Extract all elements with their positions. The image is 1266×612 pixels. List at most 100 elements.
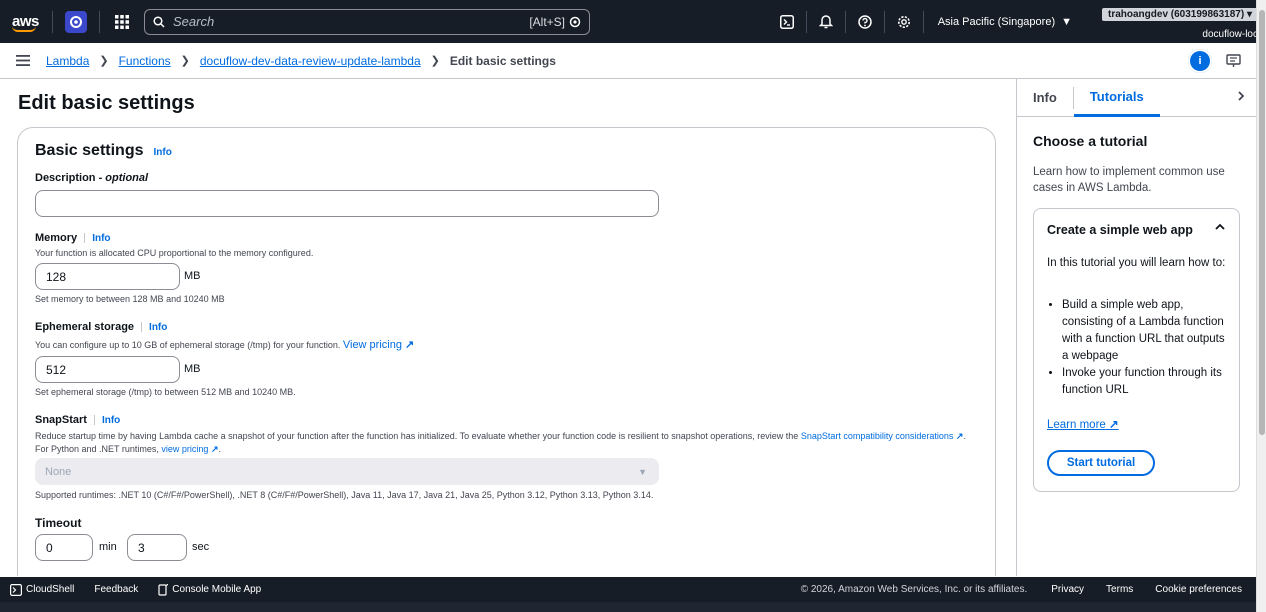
timeout-min-unit: min [99, 541, 117, 553]
feedback-panel-icon[interactable] [1226, 53, 1242, 68]
breadcrumb-functions[interactable]: Functions [119, 54, 171, 68]
footer-feedback[interactable]: Feedback [94, 584, 138, 595]
timeout-sec-input[interactable]: 3 [127, 534, 187, 561]
breadcrumb-function-name[interactable]: docuflow-dev-data-review-update-lambda [200, 54, 421, 68]
optional-tag: optional [105, 172, 149, 184]
side-panel-tabs: Info Tutorials [1017, 79, 1256, 117]
memory-value: 128 [46, 269, 67, 284]
snapstart-select[interactable]: None ▼ [35, 458, 659, 485]
aws-logo[interactable]: aws [0, 0, 52, 43]
ephemeral-unit: MB [184, 363, 201, 375]
description-field[interactable] [35, 190, 659, 217]
footer-cookies[interactable]: Cookie preferences [1155, 584, 1242, 595]
footer-privacy[interactable]: Privacy [1051, 584, 1084, 595]
footer-mobile-app-label: Console Mobile App [172, 584, 262, 595]
notifications-bell-icon[interactable] [807, 0, 845, 43]
tutorial-bullet: Build a simple web app, consisting of a … [1062, 297, 1232, 365]
info-panel-toggle-icon[interactable]: i [1188, 48, 1212, 73]
timeout-min-input[interactable]: 0 [35, 534, 93, 561]
ephemeral-label: Ephemeral storage Info [35, 321, 167, 333]
basic-settings-card: Basic settings Info Description - option… [17, 127, 996, 576]
help-icon[interactable] [846, 0, 884, 43]
memory-label: Memory Info [35, 232, 111, 244]
search-input[interactable]: Search [Alt+S] [144, 8, 590, 35]
description-label-text: Description [35, 172, 96, 184]
search-q-icon [569, 16, 581, 27]
memory-input[interactable]: 128 [35, 263, 180, 290]
footer-cloudshell[interactable]: CloudShell [10, 583, 74, 596]
ephemeral-pricing-text: View pricing [342, 339, 402, 351]
footer: CloudShell Feedback Console Mobile App ©… [0, 577, 1256, 602]
snapstart-runtimes: Supported runtimes: .NET 10 (C#/F#/Power… [35, 490, 654, 500]
learn-more-link[interactable]: Learn more ↗ [1047, 417, 1119, 431]
snapstart-compat-link[interactable]: SnapStart compatibility considerations ↗ [801, 431, 964, 441]
page-title: Edit basic settings [18, 92, 195, 114]
snapstart-pricing-link[interactable]: view pricing ↗ [161, 444, 218, 454]
timeout-sec-value: 3 [138, 540, 145, 555]
mobile-app-icon [158, 583, 169, 596]
tab-info[interactable]: Info [1017, 79, 1073, 117]
section-info-link[interactable]: Info [153, 147, 171, 158]
breadcrumb-chevron-icon: ❯ [180, 55, 190, 67]
account-user: trahoangdev (603199863187) [1108, 9, 1245, 20]
search-shortcut-text: [Alt+S] [529, 14, 565, 29]
start-tutorial-button[interactable]: Start tutorial [1047, 450, 1155, 476]
ephemeral-pricing-link[interactable]: View pricing ↗ [343, 339, 414, 351]
services-grid-icon[interactable] [100, 14, 144, 29]
breadcrumb-bar: Lambda ❯ Functions ❯ docuflow-dev-data-r… [0, 43, 1256, 79]
breadcrumb-lambda[interactable]: Lambda [46, 54, 89, 68]
region-label: Asia Pacific (Singapore) [937, 15, 1056, 28]
ephemeral-label-text: Ephemeral storage [35, 321, 135, 333]
footer-terms[interactable]: Terms [1106, 584, 1133, 595]
cloudshell-icon[interactable] [768, 0, 806, 43]
tab-tutorials[interactable]: Tutorials [1073, 79, 1160, 117]
caret-down-icon: ▼ [1061, 15, 1072, 28]
search-placeholder: Search [173, 14, 215, 29]
side-panel-intro: Learn how to implement common use cases … [1033, 166, 1225, 194]
ephemeral-value: 512 [46, 362, 67, 377]
account-pill: trahoangdev (603199863187) ▾ [1102, 8, 1258, 21]
menu-hamburger-icon[interactable] [0, 55, 46, 66]
snapstart-help: Reduce startup time by having Lambda cac… [35, 430, 975, 456]
account-role: docuflow-loc [1202, 29, 1258, 40]
service-app-icon[interactable] [65, 10, 87, 33]
section-title: Basic settings [35, 142, 144, 159]
breadcrumb-current: Edit basic settings [449, 53, 556, 68]
nav-divider [52, 10, 53, 33]
memory-help: Your function is allocated CPU proportio… [35, 248, 314, 258]
cloudshell-icon [10, 583, 22, 596]
external-link-icon: ↗ [210, 444, 219, 454]
snapstart-label: SnapStart Info [35, 414, 120, 426]
scrollbar-thumb[interactable] [1259, 10, 1265, 435]
account-menu[interactable]: trahoangdev (603199863187) ▾ docuflow-lo… [1102, 4, 1258, 40]
memory-constraint: Set memory to between 128 MB and 10240 M… [35, 294, 225, 304]
tutorial-text: In this tutorial you will learn how to: [1047, 257, 1226, 269]
timeout-label: Timeout [35, 516, 82, 530]
description-label: Description - optional [35, 172, 149, 184]
ephemeral-info-link[interactable]: Info [149, 322, 167, 333]
memory-unit: MB [184, 270, 201, 282]
taskbar-strip [0, 602, 1266, 612]
memory-label-text: Memory [35, 232, 78, 244]
search-icon [153, 15, 165, 28]
page-scrollbar[interactable] [1256, 0, 1266, 612]
external-link-icon: ↗ [1109, 419, 1119, 431]
top-navigation: aws Search [Alt+S] Asia Pacific (Singapo… [0, 0, 1266, 43]
tutorial-title: Create a simple web app [1047, 223, 1193, 237]
main-content: Edit basic settings Basic settings Info … [0, 79, 1016, 576]
chevron-right-icon[interactable] [1236, 89, 1246, 103]
memory-info-link[interactable]: Info [92, 233, 110, 244]
timeout-min-value: 0 [46, 540, 53, 555]
tutorial-card: Create a simple web app In this tutorial… [1033, 208, 1240, 492]
footer-mobile-app[interactable]: Console Mobile App [158, 583, 262, 596]
snapstart-compat-text: SnapStart compatibility considerations [800, 431, 954, 441]
tutorial-bullets: Build a simple web app, consisting of a … [1062, 297, 1232, 399]
region-selector[interactable]: Asia Pacific (Singapore) ▼ [924, 16, 1086, 28]
snapstart-info-link[interactable]: Info [102, 415, 120, 426]
breadcrumb-chevron-icon: ❯ [430, 55, 440, 67]
learn-more-text: Learn more [1047, 419, 1106, 431]
settings-gear-icon[interactable] [885, 0, 923, 43]
snapstart-selected: None [45, 465, 72, 478]
chevron-up-icon[interactable] [1214, 223, 1226, 231]
ephemeral-input[interactable]: 512 [35, 356, 180, 383]
